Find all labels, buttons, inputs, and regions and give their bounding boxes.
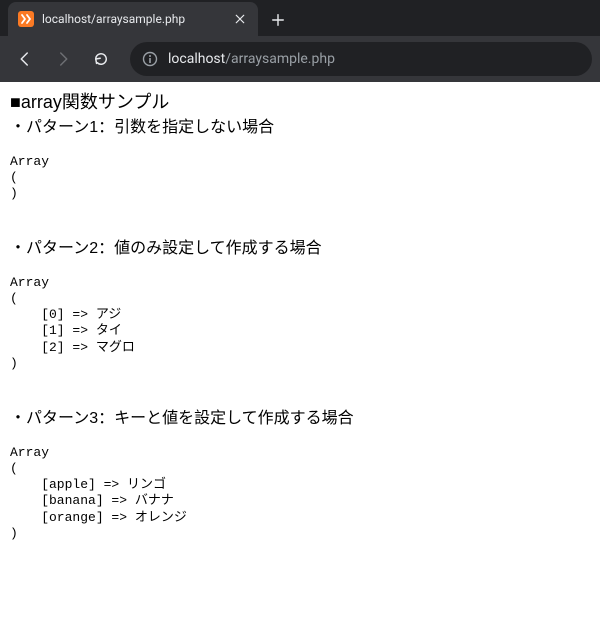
url-host: localhost: [168, 51, 225, 67]
pattern-2-label: ・パターン2：値のみ設定して作成する場合: [10, 238, 590, 260]
pattern-1-dump: Array ( ): [10, 154, 590, 203]
toolbar-row: localhost/arraysample.php: [0, 36, 600, 82]
pattern-1-label: ・パターン1：引数を指定しない場合: [10, 117, 590, 139]
pattern-3-label: ・パターン3：キーと値を設定して作成する場合: [10, 408, 590, 430]
reload-button[interactable]: [84, 42, 118, 76]
xampp-favicon-icon: [18, 11, 34, 27]
back-button[interactable]: [8, 42, 42, 76]
pattern-3-dump: Array ( [apple] => リンゴ [banana] => バナナ […: [10, 445, 590, 543]
address-bar[interactable]: localhost/arraysample.php: [130, 42, 592, 76]
close-tab-button[interactable]: [232, 11, 248, 27]
site-info-icon[interactable]: [142, 51, 158, 67]
browser-tab[interactable]: localhost/arraysample.php: [8, 2, 258, 36]
url-text: localhost/arraysample.php: [168, 51, 335, 67]
tabs-row: localhost/arraysample.php: [0, 0, 600, 36]
page-title: ■array関数サンプル: [10, 90, 590, 115]
pattern-2-dump: Array ( [0] => アジ [1] => タイ [2] => マグロ ): [10, 275, 590, 373]
url-path: /arraysample.php: [225, 51, 335, 67]
page-viewport: ■array関数サンプル ・パターン1：引数を指定しない場合 Array ( )…: [0, 82, 600, 572]
new-tab-button[interactable]: [264, 6, 292, 34]
forward-button[interactable]: [46, 42, 80, 76]
browser-chrome: localhost/arraysample.php: [0, 0, 600, 82]
tab-title: localhost/arraysample.php: [42, 12, 224, 26]
